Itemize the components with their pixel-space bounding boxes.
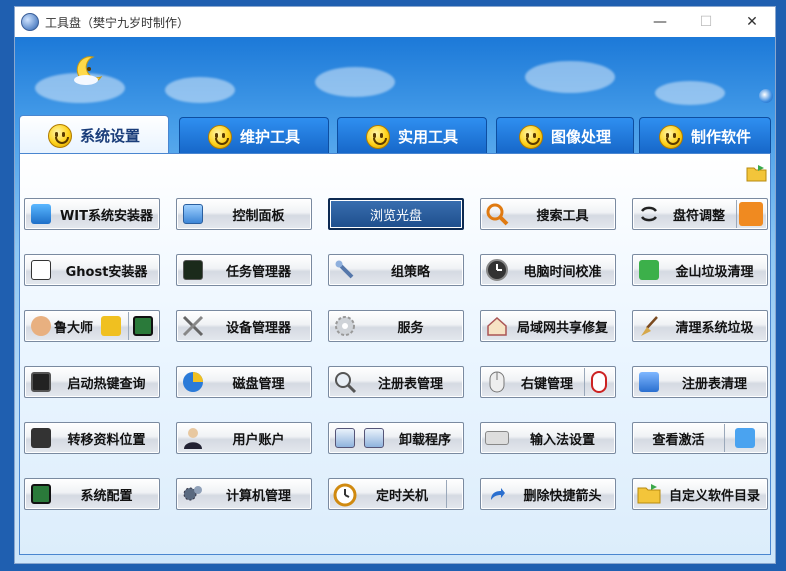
system-config-button[interactable]: 系统配置 [24, 478, 160, 510]
user-accounts-button[interactable]: 用户账户 [176, 422, 312, 454]
tab-system-settings[interactable]: 系统设置 [19, 115, 169, 155]
clean-system-junk-button[interactable]: 清理系统垃圾 [632, 310, 768, 342]
smiley-icon [518, 124, 543, 149]
app-window: 工具盘（樊宁九岁时制作） — ☐ ✕ 系统设置 维护工具 实用工具 图像处理 制… [14, 6, 776, 564]
separator [446, 480, 460, 508]
home-network-icon [484, 313, 510, 339]
boot-hotkey-button[interactable]: 启动热键查询 [24, 366, 160, 398]
folder-dark-icon [28, 425, 54, 451]
wrench-icon [332, 257, 358, 283]
registry-manager-button[interactable]: 注册表管理 [328, 366, 464, 398]
smiley-icon [365, 124, 390, 149]
tab-make-software[interactable]: 制作软件 [639, 117, 771, 155]
shortcut-arrow-icon [484, 481, 510, 507]
ghost-icon [28, 257, 54, 283]
search-icon [332, 369, 358, 395]
trash-icon [332, 425, 358, 451]
uninstall-program-button[interactable]: 卸载程序 [328, 422, 464, 454]
registry-clean-icon [636, 369, 662, 395]
play-icon[interactable] [759, 89, 773, 103]
tools-icon [180, 313, 206, 339]
moon-icon [74, 56, 103, 85]
minimize-button[interactable]: — [637, 7, 683, 37]
tab-label: 制作软件 [690, 128, 751, 146]
ludashi-icon [28, 313, 54, 339]
tab-image-processing[interactable]: 图像处理 [496, 117, 634, 155]
close-button[interactable]: ✕ [729, 7, 775, 37]
lan-share-fix-button[interactable]: 局域网共享修复 [480, 310, 616, 342]
title-bar[interactable]: 工具盘（樊宁九岁时制作） — ☐ ✕ [15, 7, 775, 37]
custom-software-dir-button[interactable]: 自定义软件目录 [632, 478, 768, 510]
chip-icon [28, 481, 54, 507]
alarm-clock-icon [332, 481, 358, 507]
registry-cleaner-button[interactable]: 注册表清理 [632, 366, 768, 398]
gear-icon [332, 313, 358, 339]
input-method-button[interactable]: 输入法设置 [480, 422, 616, 454]
sync-icon [636, 201, 662, 227]
search-icon [484, 201, 510, 227]
disk-management-button[interactable]: 磁盘管理 [176, 366, 312, 398]
app-icon [21, 13, 39, 31]
tab-panel: WIT系统安装器 控制面板 浏览光盘 搜索工具 盘符调整 Ghost安装器 任务… [19, 153, 771, 555]
smiley-icon [47, 123, 72, 148]
wit-installer-button[interactable]: WIT系统安装器 [24, 198, 160, 230]
context-menu-manager-button[interactable]: 右键管理 [480, 366, 616, 398]
cloud-decoration [315, 67, 395, 97]
move-data-button[interactable]: 转移资料位置 [24, 422, 160, 454]
maximize-button[interactable]: ☐ [683, 7, 729, 37]
task-manager-button[interactable]: 任务管理器 [176, 254, 312, 286]
broom-icon [636, 313, 662, 339]
kingsoft-cleaner-button[interactable]: 金山垃圾清理 [632, 254, 768, 286]
search-tool-button[interactable]: 搜索工具 [480, 198, 616, 230]
smiley-icon [658, 124, 683, 149]
trash-r-icon [361, 425, 387, 451]
check-activation-button[interactable]: 查看激活 [632, 422, 768, 454]
gears-icon [180, 481, 206, 507]
magnifier-icon [28, 369, 54, 395]
group-policy-button[interactable]: 组策略 [328, 254, 464, 286]
tab-label: 系统设置 [79, 127, 140, 145]
user-icon [180, 425, 206, 451]
ghost-installer-button[interactable]: Ghost安装器 [24, 254, 160, 286]
task-manager-icon [180, 257, 206, 283]
control-panel-icon [180, 201, 206, 227]
mouse-red-icon [584, 368, 612, 396]
device-manager-button[interactable]: 设备管理器 [176, 310, 312, 342]
installer-icon [28, 201, 54, 227]
services-button[interactable]: 服务 [328, 310, 464, 342]
browse-disc-button[interactable]: 浏览光盘 [328, 198, 464, 230]
folder-icon [636, 481, 662, 507]
computer-management-button[interactable]: 计算机管理 [176, 478, 312, 510]
control-panel-button[interactable]: 控制面板 [176, 198, 312, 230]
recycle-icon [636, 257, 662, 283]
client-area: 系统设置 维护工具 实用工具 图像处理 制作软件 WIT系统安装器 控制面板 浏… [15, 37, 775, 563]
cloud-decoration [165, 77, 235, 103]
time-sync-button[interactable]: 电脑时间校准 [480, 254, 616, 286]
tab-label: 维护工具 [239, 128, 300, 146]
mouse-icon [484, 369, 510, 395]
tab-maintenance-tools[interactable]: 维护工具 [179, 117, 329, 155]
window-title: 工具盘（樊宁九岁时制作） [45, 15, 190, 30]
tab-label: 实用工具 [397, 128, 458, 146]
pie-chart-icon [180, 369, 206, 395]
folder-icon[interactable] [746, 164, 768, 182]
timed-shutdown-button[interactable]: 定时关机 [328, 478, 464, 510]
cloud-decoration [525, 61, 615, 93]
windows-box-icon [724, 424, 764, 452]
tab-utility-tools[interactable]: 实用工具 [337, 117, 487, 155]
ludashi-button[interactable]: 鲁大师 [24, 310, 160, 342]
remove-shortcut-arrow-button[interactable]: 删除快捷箭头 [480, 478, 616, 510]
clock-icon [484, 257, 510, 283]
tab-label: 图像处理 [550, 128, 611, 146]
smiley-icon [207, 124, 232, 149]
dog-icon [97, 312, 125, 340]
tab-bar: 系统设置 维护工具 实用工具 图像处理 制作软件 [19, 115, 771, 155]
keyboard-icon [484, 425, 510, 451]
drive-letter-adjust-button[interactable]: 盘符调整 [632, 198, 768, 230]
cloud-decoration [655, 81, 725, 105]
chip-icon [128, 312, 156, 340]
sort-az-icon [736, 200, 764, 228]
